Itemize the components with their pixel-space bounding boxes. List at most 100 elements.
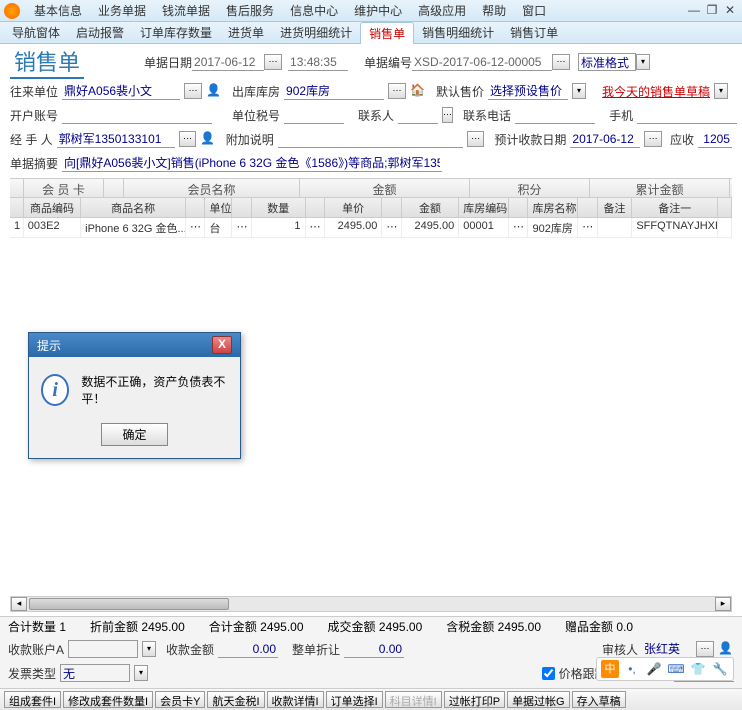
- cell[interactable]: SFFQTNAYJHXR6: [632, 218, 718, 237]
- cell[interactable]: [598, 218, 633, 237]
- cell[interactable]: 2495.00: [325, 218, 382, 237]
- cell[interactable]: iPhone 6 32G 金色...: [81, 218, 186, 237]
- tab[interactable]: 进货明细统计: [272, 22, 360, 43]
- cell[interactable]: ⋯: [578, 218, 597, 237]
- price-select[interactable]: [488, 82, 568, 100]
- column-header[interactable]: 备注一: [632, 198, 718, 217]
- cell[interactable]: ⋯: [509, 218, 528, 237]
- column-header[interactable]: [10, 198, 24, 217]
- column-header[interactable]: 单价: [325, 198, 382, 217]
- column-header[interactable]: [718, 198, 732, 217]
- time-input[interactable]: [288, 53, 348, 71]
- cell[interactable]: 003E2: [24, 218, 81, 237]
- tab-active[interactable]: 销售单: [360, 22, 414, 44]
- date-input[interactable]: [192, 53, 264, 71]
- warehouse-input[interactable]: [284, 82, 384, 100]
- auditor-input[interactable]: [642, 640, 692, 658]
- ime-toolbar[interactable]: 中 •, 🎤 ⌨ 👕 🔧: [596, 657, 734, 681]
- tab[interactable]: 启动报警: [68, 22, 132, 43]
- cell[interactable]: ⋯: [382, 218, 401, 237]
- lookup-icon[interactable]: ⋯: [179, 131, 197, 147]
- discount-input[interactable]: [344, 640, 404, 658]
- ime-settings-icon[interactable]: 🔧: [711, 660, 729, 678]
- menu-item[interactable]: 信息中心: [282, 2, 346, 19]
- action-button[interactable]: 会员卡Y: [155, 691, 205, 708]
- handler-input[interactable]: [57, 130, 175, 148]
- action-button[interactable]: 航天金税I: [207, 691, 264, 708]
- lookup-icon[interactable]: ⋯: [467, 131, 485, 147]
- cell[interactable]: [718, 218, 732, 237]
- table-row[interactable]: 1003E2iPhone 6 32G 金色...⋯台⋯1⋯2495.00⋯249…: [10, 218, 732, 238]
- action-button[interactable]: 过帐打印P: [444, 691, 505, 708]
- horizontal-scrollbar[interactable]: ◂ ▸: [10, 596, 732, 612]
- column-header[interactable]: 数量: [252, 198, 306, 217]
- handler-info-icon[interactable]: 👤: [200, 131, 216, 147]
- close-icon[interactable]: ✕: [722, 4, 738, 18]
- auditor-info-icon[interactable]: 👤: [718, 641, 734, 657]
- action-button[interactable]: 订单选择I: [326, 691, 383, 708]
- menu-item[interactable]: 窗口: [514, 2, 554, 19]
- cell[interactable]: 1: [252, 218, 306, 237]
- action-button[interactable]: 修改成套件数量I: [63, 691, 153, 708]
- column-header[interactable]: 商品编码: [24, 198, 81, 217]
- note-input[interactable]: [278, 130, 463, 148]
- warehouse-info-icon[interactable]: 🏠: [410, 83, 426, 99]
- customer-info-icon[interactable]: 👤: [206, 83, 222, 99]
- tab[interactable]: 订单库存数量: [132, 22, 220, 43]
- lookup-icon[interactable]: ⋯: [442, 107, 453, 123]
- column-header[interactable]: 备注: [598, 198, 633, 217]
- dropdown-icon[interactable]: ▾: [714, 83, 728, 99]
- menu-item[interactable]: 业务单据: [90, 2, 154, 19]
- column-header[interactable]: 库房编码: [459, 198, 509, 217]
- summary-input[interactable]: [62, 154, 442, 172]
- tel-input[interactable]: [515, 106, 595, 124]
- due-input[interactable]: [570, 130, 640, 148]
- column-header[interactable]: [306, 198, 325, 217]
- column-header[interactable]: 库房名称: [528, 198, 578, 217]
- scroll-right-icon[interactable]: ▸: [715, 597, 731, 611]
- menu-item[interactable]: 高级应用: [410, 2, 474, 19]
- customer-input[interactable]: [62, 82, 180, 100]
- lookup-icon[interactable]: ⋯: [388, 83, 406, 99]
- menu-item[interactable]: 维护中心: [346, 2, 410, 19]
- taxno-input[interactable]: [284, 106, 344, 124]
- ok-button[interactable]: 确定: [101, 423, 167, 446]
- restore-icon[interactable]: ❐: [704, 4, 720, 18]
- dropdown-icon[interactable]: ▾: [572, 83, 586, 99]
- tab[interactable]: 导航窗体: [4, 22, 68, 43]
- cell[interactable]: 2495.00: [402, 218, 459, 237]
- tab[interactable]: 进货单: [220, 22, 272, 43]
- account-input[interactable]: [62, 106, 212, 124]
- column-header[interactable]: 商品名称: [81, 198, 186, 217]
- menu-item[interactable]: 基本信息: [26, 2, 90, 19]
- draft-link[interactable]: 我今天的销售单草稿: [602, 83, 710, 100]
- date-picker-icon[interactable]: ⋯: [264, 54, 282, 70]
- menu-item[interactable]: 售后服务: [218, 2, 282, 19]
- receivable-input[interactable]: [698, 130, 732, 148]
- cell[interactable]: 1: [10, 218, 24, 237]
- column-header[interactable]: 金额: [402, 198, 459, 217]
- docno-input[interactable]: [412, 53, 552, 71]
- cell[interactable]: 台: [205, 218, 232, 237]
- dropdown-icon[interactable]: ▾: [636, 54, 650, 70]
- lookup-icon[interactable]: ⋯: [696, 641, 714, 657]
- tab[interactable]: 销售订单: [502, 22, 566, 43]
- cell[interactable]: 902库房: [528, 218, 578, 237]
- docno-lookup-icon[interactable]: ⋯: [552, 54, 570, 70]
- tab[interactable]: 销售明细统计: [414, 22, 502, 43]
- dropdown-icon[interactable]: ▾: [142, 641, 156, 657]
- date-picker-icon[interactable]: ⋯: [644, 131, 662, 147]
- scroll-thumb[interactable]: [29, 598, 229, 610]
- close-icon[interactable]: X: [212, 336, 232, 354]
- cell[interactable]: ⋯: [232, 218, 251, 237]
- minimize-icon[interactable]: —: [686, 4, 702, 18]
- mobile-input[interactable]: [637, 106, 737, 124]
- ime-mic-icon[interactable]: 🎤: [645, 660, 663, 678]
- cell[interactable]: ⋯: [306, 218, 325, 237]
- pay-amount-input[interactable]: [218, 640, 278, 658]
- ime-punct-icon[interactable]: •,: [623, 660, 641, 678]
- action-button[interactable]: 科目详情I: [385, 691, 442, 708]
- dropdown-icon[interactable]: ▾: [134, 665, 148, 681]
- column-header[interactable]: [578, 198, 597, 217]
- scroll-left-icon[interactable]: ◂: [11, 597, 27, 611]
